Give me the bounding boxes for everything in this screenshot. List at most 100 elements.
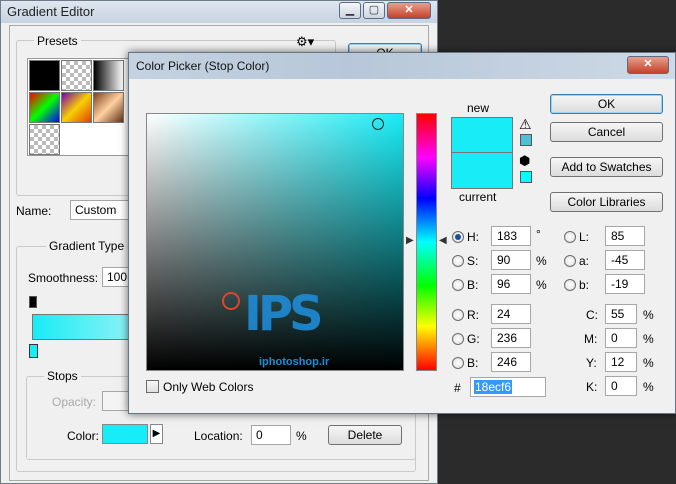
cancel-button[interactable]: Cancel — [550, 122, 663, 142]
delete-button[interactable]: Delete — [328, 425, 402, 445]
opacity-field[interactable] — [102, 391, 130, 411]
presets-grid — [27, 58, 137, 156]
lab-l-field[interactable]: 85 — [605, 226, 645, 246]
radio-blue[interactable] — [452, 357, 464, 369]
hue-unit: ° — [536, 227, 541, 241]
blue-label: B: — [467, 356, 479, 370]
lab-b-field[interactable]: -19 — [605, 274, 645, 294]
hue-slider-left-arrow-icon[interactable]: ▶ — [406, 235, 414, 246]
add-to-swatches-button[interactable]: Add to Swatches — [550, 157, 663, 177]
radio-saturation[interactable] — [452, 255, 464, 267]
radio-lab-a[interactable] — [564, 255, 576, 267]
magenta-unit: % — [643, 332, 654, 346]
gradient-bar[interactable] — [32, 314, 134, 340]
color-field[interactable]: IPS iphotoshop.ir — [146, 113, 404, 371]
gradient-type-label: Gradient Type — [46, 239, 128, 253]
black-unit: % — [643, 380, 654, 394]
hue-label: H: — [467, 230, 479, 244]
color-picker-window: Color Picker (Stop Color) ✕ IPS iphotosh… — [128, 52, 676, 414]
green-field[interactable]: 236 — [491, 328, 531, 348]
saturation-field[interactable]: 90 — [491, 250, 531, 270]
close-button[interactable]: ✕ — [627, 56, 669, 74]
black-field[interactable]: 0 — [605, 376, 637, 396]
brightness-field[interactable]: 96 — [491, 274, 531, 294]
hex-prefix: # — [454, 381, 461, 395]
stops-label: Stops — [44, 369, 81, 383]
hue-slider[interactable] — [416, 113, 437, 371]
cyan-label: C: — [586, 308, 598, 322]
new-label: new — [467, 101, 490, 115]
cyan-unit: % — [643, 308, 654, 322]
preset-swatch[interactable] — [29, 124, 60, 155]
color-picker-titlebar[interactable]: Color Picker (Stop Color) ✕ — [129, 53, 675, 79]
yellow-unit: % — [643, 356, 654, 370]
black-label: K: — [586, 380, 598, 394]
preset-swatch[interactable] — [61, 60, 92, 91]
opacity-stop[interactable] — [29, 296, 37, 308]
only-web-colors-label: Only Web Colors — [163, 380, 254, 394]
hex-value: 18ecf6 — [474, 380, 513, 394]
opacity-label: Opacity: — [52, 395, 97, 409]
lab-b-label: b: — [579, 278, 590, 292]
name-label: Name: — [16, 204, 52, 218]
hue-field[interactable]: 183 — [491, 226, 531, 246]
lab-a-label: a: — [579, 254, 590, 268]
hex-field[interactable]: 18ecf6 — [470, 377, 546, 397]
preset-swatch[interactable] — [93, 92, 124, 123]
gradient-editor-title: Gradient Editor — [7, 4, 95, 19]
cyan-field[interactable]: 55 — [605, 304, 637, 324]
magenta-field[interactable]: 0 — [605, 328, 637, 348]
smoothness-field[interactable]: 100 — [102, 267, 130, 287]
preset-swatch[interactable] — [93, 60, 124, 91]
radio-lab-l[interactable] — [564, 231, 576, 243]
color-menu-arrow-icon[interactable]: ▶ — [150, 424, 163, 444]
only-web-colors-checkbox[interactable] — [146, 380, 159, 393]
lab-l-label: L: — [579, 230, 590, 244]
close-button[interactable]: ✕ — [387, 2, 431, 19]
location-field[interactable]: 0 — [251, 425, 291, 445]
color-stop[interactable] — [29, 344, 38, 358]
gear-icon[interactable]: ⚙▾ — [296, 34, 314, 50]
gamut-color-swatch[interactable] — [520, 134, 532, 146]
green-label: G: — [467, 332, 480, 346]
watermark-text: iphotoshop.ir — [259, 356, 330, 368]
blue-field[interactable]: 246 — [491, 352, 531, 372]
brightness-label: B: — [467, 278, 479, 292]
watermark-logo: IPS — [244, 286, 324, 342]
yellow-label: Y: — [586, 356, 597, 370]
preset-swatch[interactable] — [29, 92, 60, 123]
websafe-color-swatch[interactable] — [520, 171, 532, 183]
gradient-editor-titlebar[interactable]: Gradient Editor ▁ ▢ ✕ — [1, 1, 437, 23]
saturation-label: S: — [467, 254, 479, 268]
radio-red[interactable] — [452, 309, 464, 321]
presets-label: Presets — [34, 34, 81, 48]
preset-swatch[interactable] — [61, 92, 92, 123]
stop-color-swatch[interactable] — [102, 424, 148, 444]
preset-swatch[interactable] — [29, 60, 60, 91]
current-label: current — [459, 190, 497, 204]
name-field[interactable]: Custom — [70, 200, 130, 220]
current-color-swatch[interactable] — [451, 153, 513, 189]
location-label: Location: — [194, 429, 243, 443]
maximize-button[interactable]: ▢ — [363, 2, 385, 19]
watermark-circle — [222, 292, 240, 310]
hue-slider-right-arrow-icon[interactable]: ◀ — [439, 235, 447, 246]
color-libraries-button[interactable]: Color Libraries — [550, 192, 663, 212]
new-color-swatch — [451, 117, 513, 153]
lab-a-field[interactable]: -45 — [605, 250, 645, 270]
saturation-unit: % — [536, 254, 547, 268]
gamut-warning-icon[interactable]: ⚠ — [519, 116, 532, 133]
radio-green[interactable] — [452, 333, 464, 345]
red-label: R: — [467, 308, 479, 322]
yellow-field[interactable]: 12 — [605, 352, 637, 372]
ok-button[interactable]: OK — [550, 94, 663, 114]
radio-hue[interactable] — [452, 231, 464, 243]
websafe-cube-icon[interactable]: ⬢ — [519, 153, 530, 169]
color-label: Color: — [67, 429, 100, 443]
radio-lab-b[interactable] — [564, 279, 576, 291]
radio-brightness[interactable] — [452, 279, 464, 291]
minimize-button[interactable]: ▁ — [339, 2, 361, 19]
color-field-marker[interactable] — [372, 118, 384, 130]
color-picker-title: Color Picker (Stop Color) — [136, 59, 270, 73]
red-field[interactable]: 24 — [491, 304, 531, 324]
